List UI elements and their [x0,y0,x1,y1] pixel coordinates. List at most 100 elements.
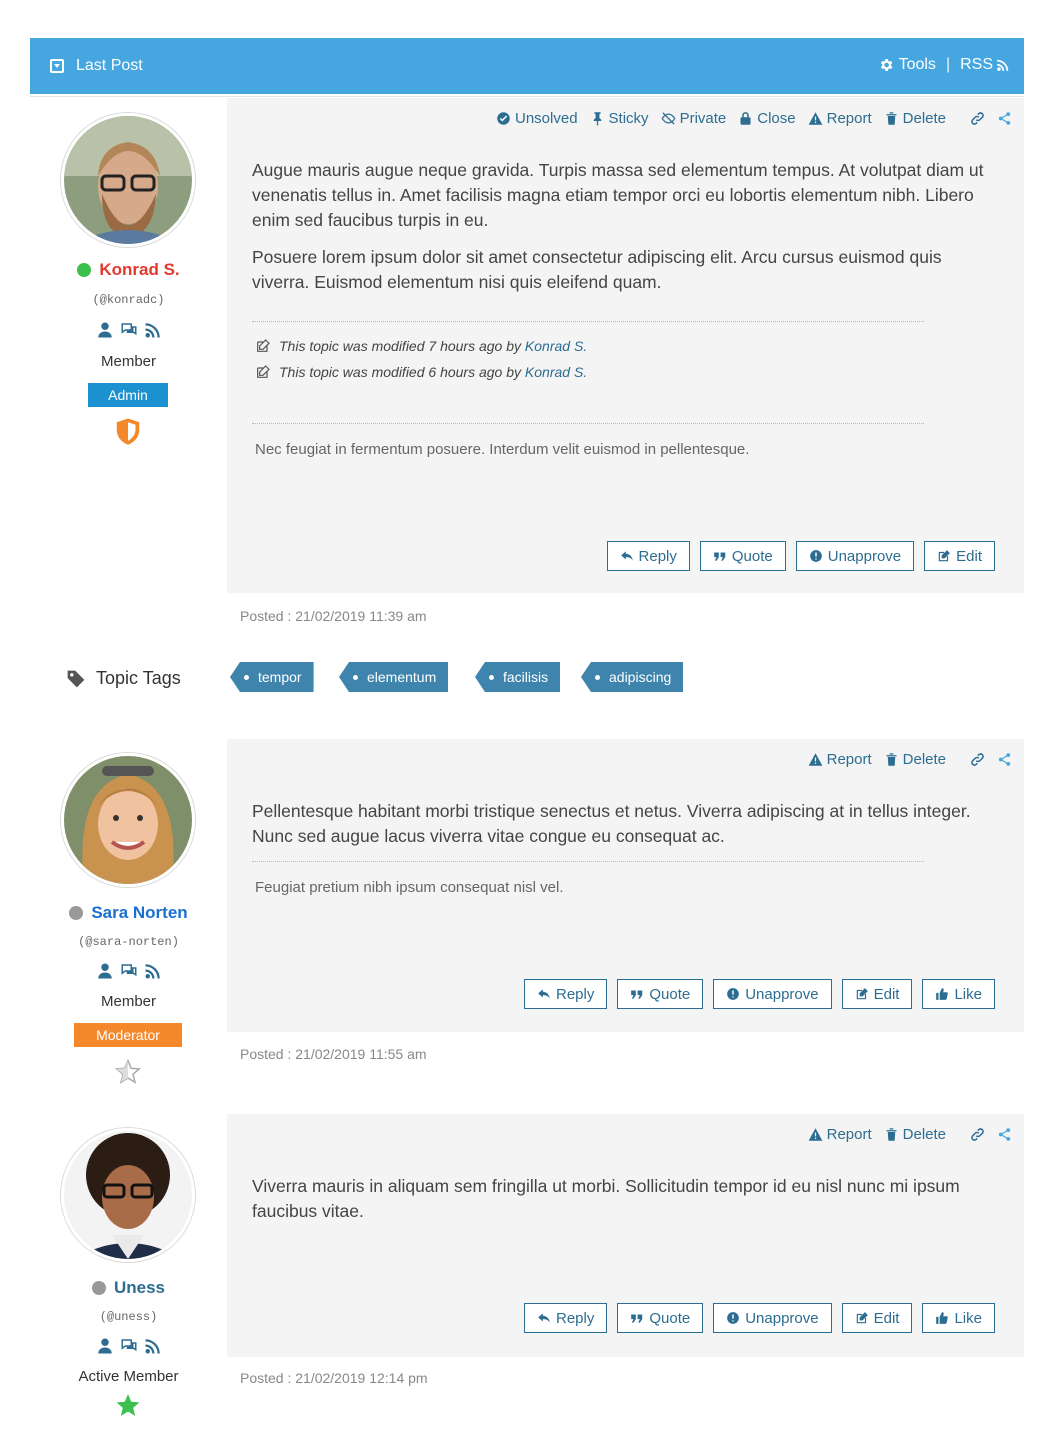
trash-icon [886,112,897,125]
quote-button[interactable]: Quote [699,541,786,571]
like-button[interactable]: Like [922,1303,995,1333]
unapprove-button[interactable]: Unapprove [713,1303,832,1333]
thumbs-up-icon [936,1312,949,1324]
delete-action[interactable]: Delete [884,751,946,768]
like-button[interactable]: Like [922,979,995,1009]
link-icon[interactable] [970,752,985,767]
link-icon[interactable] [970,1127,985,1142]
author-handle: (@uness) [99,1310,158,1324]
divider [252,321,924,322]
author-name[interactable]: Uness [30,1278,227,1298]
post-body: Report Delete Pellentesque habitant morb… [227,739,1024,1032]
offline-status-dot [91,1281,106,1295]
author-icons [30,1337,227,1355]
rss-icon[interactable] [144,1337,162,1355]
post-paragraph: Posuere lorem ipsum dolor sit amet conse… [252,247,942,292]
author-handle: (@sara-norten) [78,935,179,949]
reply-icon [538,989,550,999]
unapprove-button[interactable]: Unapprove [795,541,915,571]
quote-button[interactable]: Quote [617,1303,704,1333]
delete-action[interactable]: Delete [884,110,946,127]
author-role: Member [100,993,156,1010]
reply-post: Sara Norten (@sara-norten) Member Modera… [30,739,1024,1084]
edit-button[interactable]: Edit [841,1303,913,1333]
author-icons [30,962,227,980]
avatar [61,753,195,887]
reply-icon [620,551,633,561]
post-body: Report Delete Viverra mauris in aliquam … [227,1114,1024,1357]
post-buttons: Reply Quote Unapprove Edit Like [523,979,995,1009]
quote-button[interactable]: Quote [617,979,704,1009]
author-role: Active Member [78,1368,179,1385]
dropdown-square-icon [50,59,64,73]
warning-icon [808,753,822,766]
messages-icon[interactable] [120,962,138,980]
post-admin-actions: Report Delete [808,1126,1012,1143]
topic-tag[interactable]: tempor [230,662,314,692]
post-buttons: Reply Quote Unapprove Edit [606,541,995,571]
topic-tags: Topic Tags tempor elementum facilisis ad… [30,660,1024,700]
author-name[interactable]: Sara Norten [30,903,227,923]
reply-button[interactable]: Reply [523,1303,608,1333]
post-admin-actions: Report Delete [808,751,1012,768]
edit-icon [856,988,868,1000]
rss-button[interactable]: RSS [960,56,1010,74]
profile-icon[interactable] [96,321,114,339]
last-post-link[interactable]: Last Post [50,57,143,75]
edit-icon [257,365,270,378]
topic-tag[interactable]: facilisis [475,662,561,692]
star-icon [116,1394,140,1416]
edit-icon [856,1312,868,1324]
profile-icon[interactable] [96,962,114,980]
sticky-action[interactable]: Sticky [590,110,649,127]
messages-icon[interactable] [120,1337,138,1355]
share-icon[interactable] [997,1127,1012,1142]
topic-header-bar: Last Post Tools | RSS [30,38,1024,94]
reply-button[interactable]: Reply [523,979,608,1009]
exclamation-circle-icon [727,988,740,1000]
quote-icon [714,552,726,561]
post-content: Viverra mauris in aliquam sem fringilla … [252,1174,992,1236]
link-icon[interactable] [970,111,985,126]
signature: Nec feugiat in fermentum posuere. Interd… [255,441,750,458]
close-action[interactable]: Close [738,110,796,127]
posted-date: Posted : 21/02/2019 11:55 am [240,1046,427,1062]
tools-button[interactable]: Tools [878,56,936,74]
report-action[interactable]: Report [808,1126,872,1143]
post-admin-actions: Unsolved Sticky Private Close Report Del… [496,110,1012,127]
report-action[interactable]: Report [808,751,872,768]
unapprove-button[interactable]: Unapprove [713,979,832,1009]
post-body: Unsolved Sticky Private Close Report Del… [227,98,1024,593]
topic-tag[interactable]: elementum [339,662,449,692]
rss-icon [997,59,1009,71]
report-action[interactable]: Report [808,110,872,127]
unsolved-action[interactable]: Unsolved [496,110,578,127]
tag-icon [67,670,85,687]
profile-icon[interactable] [96,1337,114,1355]
author-name[interactable]: Konrad S. [30,260,227,280]
modified-by-link[interactable]: Konrad S. [525,338,587,354]
private-action[interactable]: Private [661,110,726,127]
messages-icon[interactable] [120,321,138,339]
delete-action[interactable]: Delete [884,1126,946,1143]
edit-button[interactable]: Edit [924,541,995,571]
gear-icon [880,59,892,71]
modified-note: This topic was modified 6 hours ago by K… [255,364,587,380]
half-star-icon [114,1058,142,1084]
tools-label: Tools [898,56,936,73]
rss-icon[interactable] [144,321,162,339]
exclamation-circle-icon [727,1312,740,1324]
offline-status-dot [69,906,84,920]
edit-button[interactable]: Edit [841,979,913,1009]
topic-tags-label: Topic Tags [66,668,181,689]
topic-tag[interactable]: adipiscing [581,662,684,692]
reply-button[interactable]: Reply [606,541,690,571]
trash-icon [886,753,897,766]
author-icons [30,321,227,339]
share-icon[interactable] [997,111,1012,126]
quote-icon [631,990,643,999]
modified-by-link[interactable]: Konrad S. [525,364,587,380]
rss-icon[interactable] [144,962,162,980]
post-paragraph: Pellentesque habitant morbi tristique se… [252,801,971,846]
share-icon[interactable] [997,752,1012,767]
